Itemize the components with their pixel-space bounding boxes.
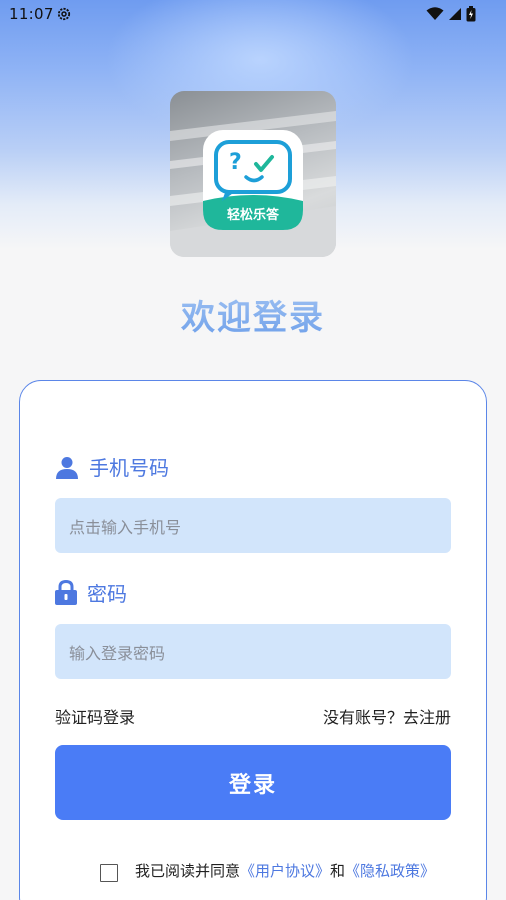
- password-input-placeholder: 输入登录密码: [69, 643, 166, 663]
- svg-text:?: ?: [229, 150, 242, 175]
- password-input[interactable]: 输入登录密码: [55, 624, 451, 679]
- lock-icon: [55, 580, 77, 605]
- settings-gear-icon: [57, 7, 71, 21]
- cell-signal-icon: [449, 8, 461, 20]
- phone-input-placeholder: 点击输入手机号: [69, 517, 182, 537]
- privacy-policy-link[interactable]: 《隐私政策》: [345, 862, 435, 880]
- status-icons: [426, 6, 476, 22]
- agreement-prefix: 我已阅读并同意: [135, 861, 241, 880]
- app-logo: 轻松乐答 ?: [170, 91, 336, 257]
- phone-label-text: 手机号码: [89, 456, 169, 480]
- status-bar: 11:07: [0, 0, 506, 28]
- phone-input[interactable]: 点击输入手机号: [55, 498, 451, 553]
- agreement-text: 我已阅读并同意《用户协议》和《隐私政策》: [135, 860, 435, 881]
- app-logo-text: 轻松乐答: [227, 207, 280, 223]
- wifi-icon: [426, 7, 444, 20]
- register-link[interactable]: 没有账号？去注册: [323, 704, 451, 728]
- agreement-row: 我已阅读并同意《用户协议》和《隐私政策》: [100, 858, 435, 882]
- user-icon: [56, 456, 78, 479]
- password-label-text: 密码: [87, 582, 127, 606]
- status-time: 11:07: [9, 5, 54, 23]
- battery-icon: [466, 6, 476, 22]
- agreement-checkbox[interactable]: [100, 864, 118, 882]
- sms-login-link[interactable]: 验证码登录: [55, 704, 135, 728]
- app-logo-graphic: 轻松乐答 ?: [170, 111, 336, 257]
- password-label: 密码: [55, 578, 127, 607]
- phone-label: 手机号码: [55, 452, 169, 481]
- login-button[interactable]: 登录: [55, 745, 451, 820]
- welcome-title: 欢迎登录: [0, 290, 506, 339]
- agreement-conjunction: 和: [330, 861, 346, 880]
- user-agreement-link[interactable]: 《用户协议》: [240, 862, 330, 880]
